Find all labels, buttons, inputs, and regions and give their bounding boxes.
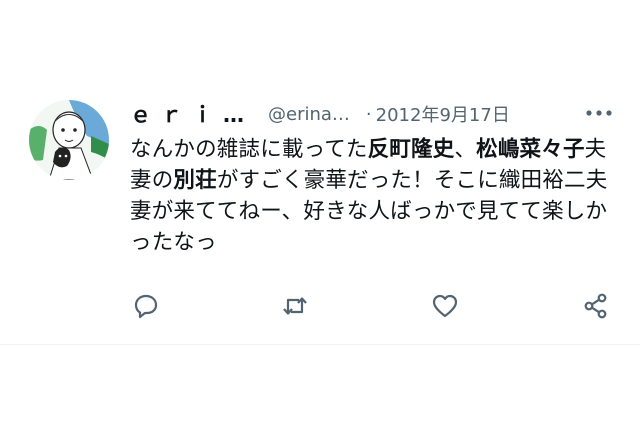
- share-icon: [584, 293, 607, 319]
- like-button[interactable]: [431, 292, 459, 320]
- tweet-text: なんかの雑誌に載ってた反町隆史、松嶋菜々子夫妻の別荘がすごく豪華だった！そこに織…: [130, 134, 612, 258]
- user-handle[interactable]: @erina…: [268, 104, 350, 125]
- tweet-segment-bold: 別荘: [173, 168, 217, 193]
- tweet-card[interactable]: ｅｒｉ… @erina… · 2012年9月17日 なんかの雑誌に載ってた反町隆…: [0, 0, 640, 345]
- tweet-segment: なんかの雑誌に載ってた: [130, 137, 368, 162]
- more-dots-icon: [586, 110, 612, 116]
- header-separator: ·: [365, 103, 372, 125]
- tweet-header: ｅｒｉ… @erina… · 2012年9月17日: [130, 97, 630, 131]
- tweet-segment-bold: 反町隆史: [367, 137, 455, 162]
- reply-button[interactable]: [132, 292, 160, 320]
- display-name[interactable]: ｅｒｉ…: [130, 99, 254, 129]
- retweet-icon: [283, 297, 307, 315]
- tweet-date[interactable]: 2012年9月17日: [376, 101, 510, 127]
- avatar[interactable]: [29, 100, 109, 180]
- avatar-illustration: [29, 100, 109, 180]
- tweet-segment-bold: 松嶋菜々子: [476, 137, 585, 162]
- share-button[interactable]: [582, 292, 610, 320]
- action-bar: [0, 292, 640, 320]
- reply-icon: [134, 294, 158, 319]
- heart-icon: [432, 294, 458, 318]
- retweet-button[interactable]: [281, 292, 309, 320]
- more-button[interactable]: [584, 100, 614, 126]
- tweet-segment: 、: [454, 137, 477, 162]
- divider: [0, 344, 640, 345]
